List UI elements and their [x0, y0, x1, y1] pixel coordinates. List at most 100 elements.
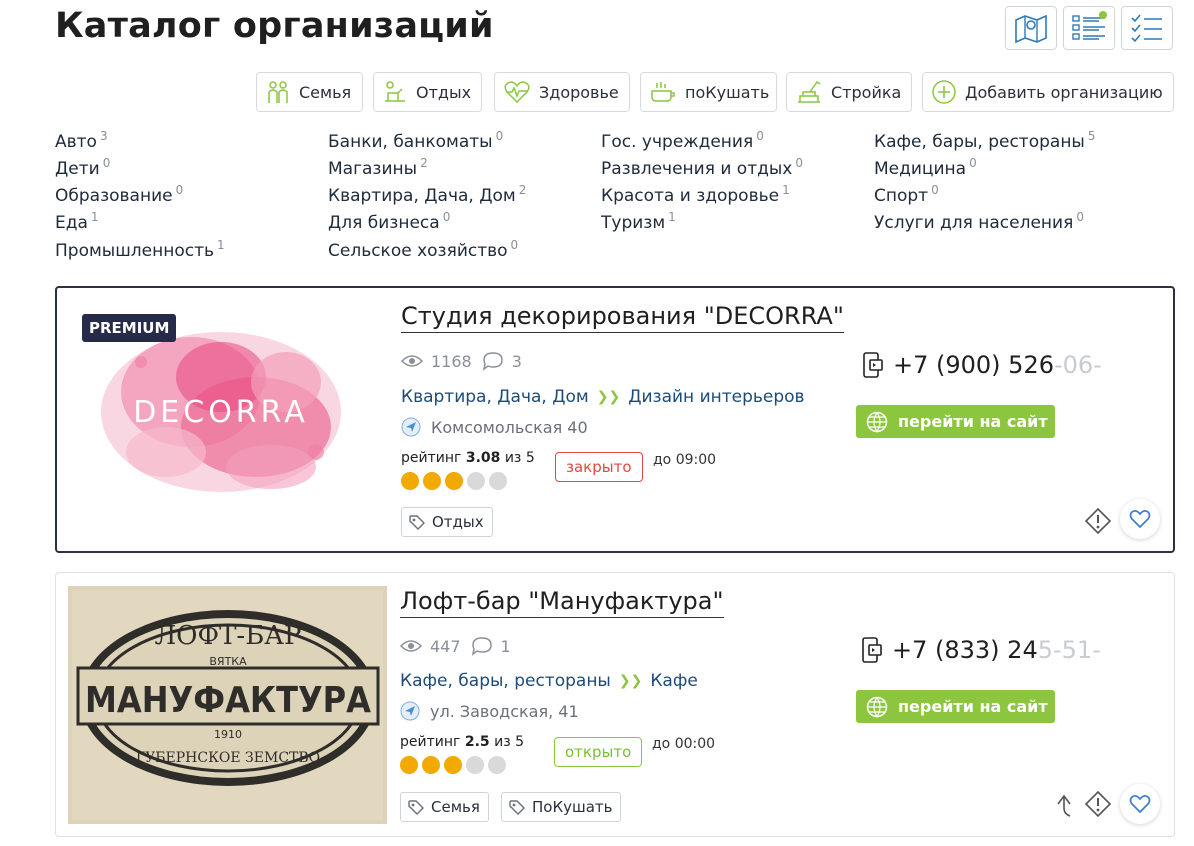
rubric-link[interactable]: Банки, банкоматы 0 — [328, 129, 503, 152]
organization-stats: 1168 3 — [401, 351, 532, 371]
tag-button[interactable]: Семья — [400, 792, 489, 822]
tag-button[interactable]: ПоКушать — [501, 792, 622, 822]
phone-number[interactable]: +7 (833) 24 5-51- — [858, 636, 1101, 664]
rating-dot-empty — [489, 472, 507, 490]
go-to-site-button[interactable]: перейти на сайт — [856, 405, 1055, 438]
rubric-link[interactable]: Красота и здоровье 1 — [601, 183, 790, 206]
organization-name-link[interactable]: Лофт-бар "Мануфактура" — [400, 587, 724, 618]
working-hours: до 00:00 — [652, 736, 716, 752]
tag-icon — [408, 800, 424, 815]
comment-icon — [471, 637, 492, 656]
category-label: Семья — [299, 82, 352, 102]
map-view-button[interactable] — [1005, 6, 1057, 50]
organization-logo[interactable]: ЛОФТ-БАР ВЯТКА МАНУФАКТУРА 1910 ГУБЕРНСК… — [68, 586, 387, 824]
organization-address[interactable]: ул. Заводская, 41 — [400, 701, 579, 721]
category-family-button[interactable]: Семья — [256, 72, 363, 112]
rating-dot-filled — [400, 756, 418, 774]
category-food-button[interactable]: поКушать — [640, 72, 777, 112]
rubric-link[interactable]: Дети 0 — [55, 156, 110, 179]
share-button[interactable] — [1050, 791, 1078, 821]
working-hours: до 09:00 — [653, 452, 717, 468]
organization-category-path: Кафе, бары, рестораны ❯❯ Кафе — [400, 671, 698, 691]
category-label: Стройка — [831, 82, 902, 102]
add-organization-button[interactable]: Добавить организацию — [922, 72, 1174, 112]
logo-main-text: МАНУФАКТУРА — [85, 680, 371, 721]
tag-icon — [409, 515, 425, 530]
rubric-link[interactable]: Для бизнеса 0 — [328, 210, 450, 233]
premium-badge: PREMIUM — [82, 314, 177, 342]
rubric-link[interactable]: Кафе, бары, рестораны 5 — [874, 129, 1096, 152]
report-button[interactable] — [1083, 789, 1113, 819]
list-view-icon — [1072, 11, 1107, 40]
rating-stars — [400, 756, 506, 774]
rubric-link[interactable]: Магазины 2 — [328, 156, 428, 179]
go-to-site-button[interactable]: перейти на сайт — [856, 690, 1055, 723]
comments-count: 3 — [511, 351, 522, 371]
favorite-button[interactable] — [1120, 784, 1160, 824]
warning-icon — [1084, 507, 1112, 535]
family-icon — [268, 81, 288, 103]
rubric-link[interactable]: Авто 3 — [55, 129, 108, 152]
category-health-button[interactable]: Здоровье — [494, 72, 630, 112]
chevron-right-icon: ❯❯ — [596, 389, 621, 405]
subcategory-link[interactable]: Дизайн интерьеров — [628, 387, 804, 407]
checklist-view-button[interactable] — [1121, 6, 1173, 50]
category-rest-button[interactable]: Отдых — [373, 72, 482, 112]
rating-text: рейтинг 3.08 из 5 — [401, 450, 535, 466]
rubric-link[interactable]: Спорт 0 — [874, 183, 939, 206]
category-label: Добавить организацию — [965, 82, 1163, 102]
subcategory-link[interactable]: Кафе — [650, 671, 697, 691]
address-text: ул. Заводская, 41 — [430, 701, 579, 721]
globe-icon — [866, 411, 888, 433]
views-count: 1168 — [431, 351, 472, 371]
rubric-link[interactable]: Гос. учреждения 0 — [601, 129, 764, 152]
page-title: Каталог организаций — [55, 6, 494, 46]
eye-icon — [400, 640, 422, 652]
category-link[interactable]: Кафе, бары, рестораны — [400, 671, 611, 691]
food-icon — [651, 82, 675, 102]
logo-top-text: ЛОФТ-БАР — [154, 621, 301, 651]
category-label: Отдых — [416, 82, 472, 102]
chevron-right-icon: ❯❯ — [618, 673, 643, 689]
phone-number[interactable]: +7 (900) 526 -06- — [859, 351, 1102, 379]
organization-card[interactable]: DECORRA PREMIUM Студия декорирования "DE… — [55, 286, 1175, 553]
category-construction-button[interactable]: Стройка — [786, 72, 912, 112]
rubric-link[interactable]: Развлечения и отдых 0 — [601, 156, 803, 179]
category-link[interactable]: Квартира, Дача, Дом — [401, 387, 589, 407]
rating-dot-filled — [422, 756, 440, 774]
rating-dot-filled — [444, 756, 462, 774]
rating-dot-filled — [445, 472, 463, 490]
rating-stars — [401, 472, 507, 490]
map-icon — [1015, 14, 1047, 44]
status-badge: открыто — [554, 737, 643, 767]
rubric-link[interactable]: Услуги для населения 0 — [874, 210, 1084, 233]
rubric-link[interactable]: Еда 1 — [55, 210, 99, 233]
report-button[interactable] — [1083, 506, 1113, 536]
organization-stats: 447 1 — [400, 636, 521, 656]
favorite-button[interactable] — [1120, 499, 1160, 539]
rubric-link[interactable]: Медицина 0 — [874, 156, 977, 179]
organization-card[interactable]: ЛОФТ-БАР ВЯТКА МАНУФАКТУРА 1910 ГУБЕРНСК… — [55, 572, 1175, 837]
organization-address[interactable]: Комсомольская 40 — [401, 417, 588, 437]
phone-hidden: 5-51- — [1037, 636, 1101, 664]
rubric-link[interactable]: Квартира, Дача, Дом 2 — [328, 183, 526, 206]
tag-button[interactable]: Отдых — [401, 507, 493, 537]
category-label: Здоровье — [539, 82, 619, 102]
logo-city-text: ВЯТКА — [209, 655, 247, 668]
list-view-button[interactable] — [1063, 6, 1115, 50]
arrow-up-icon — [1057, 794, 1071, 817]
rubric-link[interactable]: Образование 0 — [55, 183, 183, 206]
rubric-link[interactable]: Промышленность 1 — [55, 238, 225, 261]
address-text: Комсомольская 40 — [431, 417, 588, 437]
rubric-link[interactable]: Сельское хозяйство 0 — [328, 238, 518, 261]
logo-text: DECORRA — [133, 395, 309, 430]
rating-dot-empty — [466, 756, 484, 774]
rubric-link[interactable]: Туризм 1 — [601, 210, 676, 233]
rating-dot-empty — [488, 756, 506, 774]
phone-icon — [863, 352, 883, 378]
organization-name-link[interactable]: Студия декорирования "DECORRA" — [401, 302, 844, 333]
rest-icon — [385, 81, 405, 102]
location-icon — [400, 701, 420, 721]
category-label: поКушать — [685, 82, 770, 102]
comments-count: 1 — [500, 636, 511, 656]
